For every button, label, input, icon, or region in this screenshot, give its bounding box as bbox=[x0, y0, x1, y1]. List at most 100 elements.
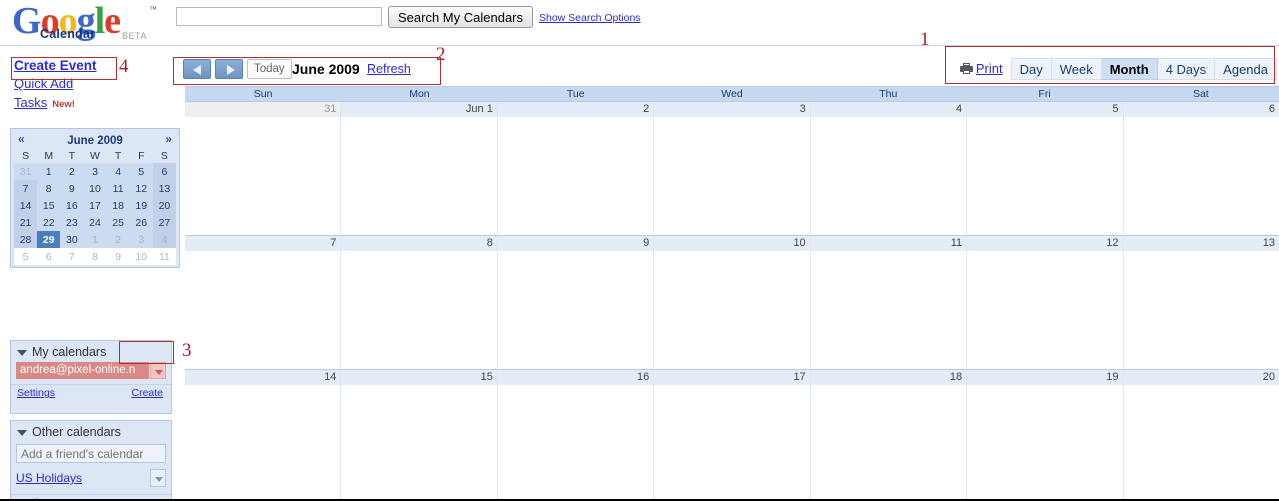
day-number[interactable]: 14 bbox=[324, 370, 336, 385]
mini-cal-day[interactable]: 18 bbox=[106, 197, 130, 214]
day-number[interactable]: 16 bbox=[637, 370, 649, 385]
mini-cal-day[interactable]: 28 bbox=[14, 231, 38, 248]
refresh-link[interactable]: Refresh bbox=[367, 62, 411, 76]
other-calendars-header[interactable]: Other calendars bbox=[11, 421, 171, 442]
mini-cal-day[interactable]: 27 bbox=[152, 214, 176, 231]
tasks-link[interactable]: Tasks bbox=[14, 95, 47, 110]
mini-cal-day[interactable]: 10 bbox=[83, 180, 107, 197]
mini-cal-day[interactable]: 4 bbox=[106, 163, 130, 180]
mini-cal-day[interactable]: 25 bbox=[106, 214, 130, 231]
quick-add-link[interactable]: Quick Add bbox=[14, 76, 174, 91]
day-cell[interactable]: 11 bbox=[809, 235, 967, 369]
day-number[interactable]: 18 bbox=[950, 370, 962, 385]
view-button-week[interactable]: Week bbox=[1051, 58, 1102, 80]
view-button-month[interactable]: Month bbox=[1101, 58, 1158, 80]
day-cell[interactable]: 13 bbox=[1122, 235, 1279, 369]
view-button-agenda[interactable]: Agenda bbox=[1215, 58, 1277, 80]
day-number[interactable]: 6 bbox=[1269, 102, 1275, 117]
day-number[interactable]: 10 bbox=[793, 236, 805, 251]
mini-cal-day[interactable]: 1 bbox=[37, 163, 61, 180]
day-number[interactable]: 15 bbox=[481, 370, 493, 385]
mini-cal-day[interactable]: 1 bbox=[83, 231, 107, 248]
search-button[interactable]: Search My Calendars bbox=[388, 6, 533, 28]
mini-cal-day[interactable]: 20 bbox=[152, 197, 176, 214]
mini-cal-day[interactable]: 24 bbox=[83, 214, 107, 231]
mini-cal-day[interactable]: 11 bbox=[152, 248, 176, 265]
day-cell[interactable]: 5 bbox=[966, 101, 1123, 235]
my-calendars-settings-link[interactable]: Settings bbox=[17, 387, 55, 399]
day-number[interactable]: 13 bbox=[1263, 236, 1275, 251]
mini-cal-day[interactable]: 30 bbox=[60, 231, 84, 248]
day-number[interactable]: 5 bbox=[1112, 102, 1118, 117]
mini-cal-day[interactable]: 26 bbox=[129, 214, 153, 231]
day-cell[interactable]: 18 bbox=[809, 369, 967, 499]
day-number[interactable]: Jun 1 bbox=[466, 102, 493, 117]
day-number[interactable]: 19 bbox=[1106, 370, 1118, 385]
mini-cal-day[interactable]: 8 bbox=[37, 180, 61, 197]
day-cell[interactable]: 6 bbox=[1122, 101, 1279, 235]
day-cell[interactable]: 8 bbox=[340, 235, 497, 369]
mini-cal-day[interactable]: 2 bbox=[106, 231, 130, 248]
print-button[interactable]: Print bbox=[956, 58, 1011, 80]
today-button[interactable]: Today bbox=[247, 59, 292, 79]
mini-cal-day[interactable]: 15 bbox=[37, 197, 61, 214]
mini-cal-day[interactable]: 7 bbox=[60, 248, 84, 265]
day-cell[interactable]: 2 bbox=[496, 101, 654, 235]
day-cell[interactable]: 9 bbox=[496, 235, 654, 369]
day-cell[interactable]: 3 bbox=[653, 101, 810, 235]
calendar-entry-name[interactable]: andrea@pixel-online.n bbox=[16, 362, 149, 379]
day-number[interactable]: 8 bbox=[487, 236, 493, 251]
mini-cal-day[interactable]: 12 bbox=[129, 180, 153, 197]
mini-cal-day[interactable]: 5 bbox=[129, 163, 153, 180]
day-cell[interactable]: 14 bbox=[185, 369, 341, 499]
my-calendars-header[interactable]: My calendars bbox=[11, 341, 171, 362]
show-search-options-link[interactable]: Show Search Options bbox=[539, 12, 641, 24]
view-button-day[interactable]: Day bbox=[1010, 58, 1052, 80]
day-cell[interactable]: 12 bbox=[966, 235, 1123, 369]
day-number[interactable]: 31 bbox=[324, 102, 336, 117]
day-cell[interactable]: 20 bbox=[1122, 369, 1279, 499]
create-event-link[interactable]: Create Event bbox=[14, 58, 174, 73]
mini-cal-day[interactable]: 11 bbox=[106, 180, 130, 197]
my-calendars-create-link[interactable]: Create bbox=[131, 387, 163, 399]
day-cell[interactable]: 7 bbox=[185, 235, 341, 369]
day-number[interactable]: 2 bbox=[643, 102, 649, 117]
mini-cal-day[interactable]: 22 bbox=[37, 214, 61, 231]
mini-cal-day[interactable]: 4 bbox=[152, 231, 176, 248]
mini-cal-day[interactable]: 21 bbox=[14, 214, 38, 231]
mini-cal-day[interactable]: 10 bbox=[129, 248, 153, 265]
mini-cal-day[interactable]: 19 bbox=[129, 197, 153, 214]
day-cell[interactable]: Jun 1 bbox=[340, 101, 497, 235]
day-cell[interactable]: 4 bbox=[809, 101, 967, 235]
next-period-button[interactable] bbox=[215, 59, 243, 79]
day-cell[interactable]: 17 bbox=[653, 369, 810, 499]
day-cell[interactable]: 16 bbox=[496, 369, 654, 499]
mini-cal-day[interactable]: 8 bbox=[83, 248, 107, 265]
mini-cal-day[interactable]: 3 bbox=[83, 163, 107, 180]
view-button-4-days[interactable]: 4 Days bbox=[1157, 58, 1216, 80]
day-number[interactable]: 17 bbox=[793, 370, 805, 385]
google-calendar-logo[interactable]: Google ™ Calendar BETA bbox=[8, 0, 158, 45]
day-cell[interactable]: 19 bbox=[966, 369, 1123, 499]
mini-cal-prev-icon[interactable]: « bbox=[18, 132, 25, 146]
mini-cal-day[interactable]: 2 bbox=[60, 163, 84, 180]
previous-period-button[interactable] bbox=[183, 59, 211, 79]
mini-cal-next-icon[interactable]: » bbox=[165, 132, 172, 146]
day-cell[interactable]: 15 bbox=[340, 369, 497, 499]
mini-cal-day[interactable]: 13 bbox=[152, 180, 176, 197]
search-input[interactable] bbox=[176, 7, 382, 26]
us-holidays-label[interactable]: US Holidays bbox=[16, 471, 82, 485]
mini-cal-day[interactable]: 6 bbox=[37, 248, 61, 265]
mini-cal-day[interactable]: 29 bbox=[37, 231, 61, 248]
day-number[interactable]: 7 bbox=[330, 236, 336, 251]
other-calendars-add-control[interactable]: Add bbox=[133, 497, 163, 499]
mini-cal-day[interactable]: 17 bbox=[83, 197, 107, 214]
mini-cal-day[interactable]: 3 bbox=[129, 231, 153, 248]
day-number[interactable]: 3 bbox=[800, 102, 806, 117]
mini-cal-day[interactable]: 16 bbox=[60, 197, 84, 214]
mini-cal-day[interactable]: 9 bbox=[60, 180, 84, 197]
day-number[interactable]: 11 bbox=[951, 236, 962, 251]
mini-cal-day[interactable]: 31 bbox=[14, 163, 38, 180]
day-cell[interactable]: 31 bbox=[185, 101, 341, 235]
mini-cal-day[interactable]: 9 bbox=[106, 248, 130, 265]
